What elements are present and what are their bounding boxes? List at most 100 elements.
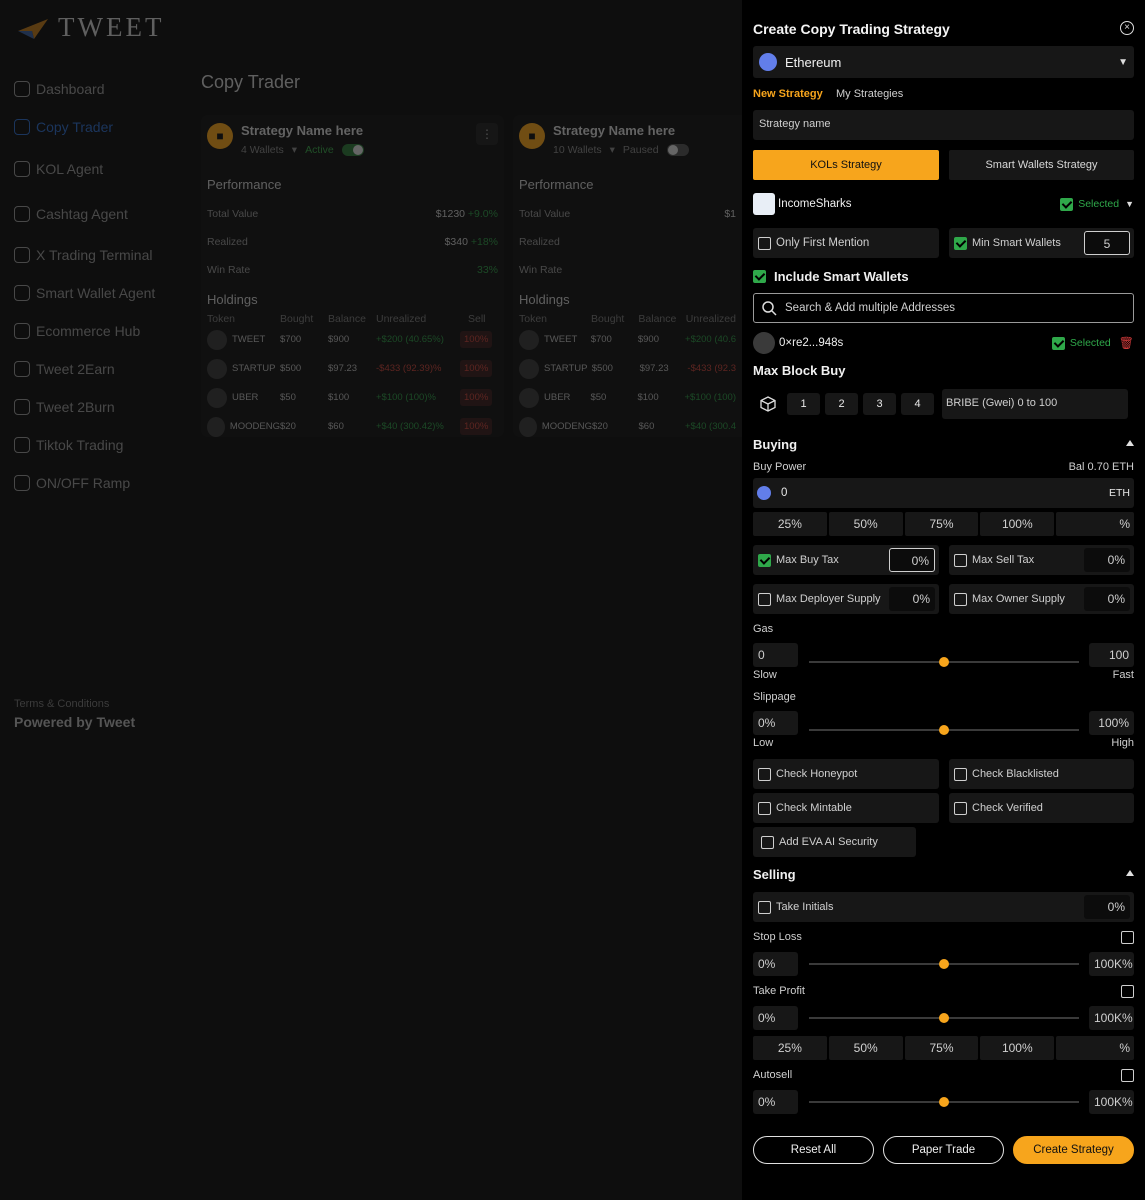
autosell-checkbox[interactable] (1121, 1069, 1134, 1082)
include-smart-wallets-checkbox[interactable] (753, 269, 766, 283)
more-menu-icon[interactable]: ⋮ (476, 123, 498, 145)
only-first-mention-checkbox[interactable] (758, 236, 771, 250)
chevron-down-icon[interactable]: ▾ (610, 144, 615, 156)
autosell-max-input[interactable]: 100K% (1089, 1090, 1134, 1114)
autosell-min-input[interactable]: 0% (753, 1090, 798, 1114)
max-buy-tax-input[interactable]: 0% (889, 548, 935, 572)
max-buy-tax-option[interactable]: Max Buy Tax 0% (753, 545, 939, 575)
sidebar-item-copy-trader[interactable]: Copy Trader (14, 108, 184, 146)
slippage-max-input[interactable]: 100% (1089, 711, 1134, 735)
include-smart-wallets-option[interactable]: Include Smart Wallets (753, 268, 1134, 284)
block-option-3[interactable]: 3 (863, 393, 896, 415)
sidebar-item-tweet-2burn[interactable]: Tweet 2Burn (14, 388, 184, 426)
tab-my-strategies[interactable]: My Strategies (836, 88, 903, 100)
sell-button[interactable]: 100% (460, 389, 493, 406)
sidebar-item-tiktok-trading[interactable]: Tiktok Trading (14, 426, 184, 464)
min-smart-wallets-input[interactable]: 5 (1084, 231, 1130, 255)
sidebar-item-ecommerce-hub[interactable]: Ecommerce Hub (14, 312, 184, 350)
sidebar-item-dashboard[interactable]: Dashboard (14, 70, 184, 108)
max-deployer-supply-checkbox[interactable] (758, 592, 771, 606)
reset-all-button[interactable]: Reset All (753, 1136, 874, 1164)
percent-50-button[interactable]: 50% (828, 1036, 903, 1060)
percent-25-button[interactable]: 25% (753, 1036, 827, 1060)
check-mintable-option[interactable]: Check Mintable (753, 793, 939, 823)
take-profit-slider-thumb[interactable] (939, 1013, 949, 1023)
chain-select[interactable]: Ethereum ▼ (753, 46, 1134, 78)
sidebar-item-x-trading-terminal[interactable]: X Trading Terminal (14, 236, 184, 274)
stop-loss-slider-thumb[interactable] (939, 959, 949, 969)
sell-button[interactable]: 100% (460, 418, 493, 435)
take-initials-option[interactable]: Take Initials 0% (753, 892, 1134, 922)
kol-selected-checkbox[interactable] (1060, 197, 1074, 211)
wallet-selected-checkbox[interactable] (1051, 336, 1065, 350)
percent-custom-input[interactable]: % (1056, 512, 1134, 536)
check-honeypot-option[interactable]: Check Honeypot (753, 759, 939, 789)
min-smart-wallets-checkbox[interactable] (954, 236, 967, 250)
close-icon[interactable]: × (1120, 21, 1134, 35)
sell-button[interactable]: 100% (460, 331, 493, 348)
max-owner-supply-checkbox[interactable] (954, 592, 967, 606)
sell-button[interactable]: 100% (460, 360, 493, 377)
min-smart-wallets-option[interactable]: Min Smart Wallets 5 (949, 228, 1134, 258)
percent-75-button[interactable]: 75% (904, 1036, 979, 1060)
bribe-input[interactable]: BRIBE (Gwei) 0 to 100 (942, 389, 1128, 419)
check-verified-checkbox[interactable] (954, 801, 967, 815)
collapse-icon[interactable] (1126, 870, 1134, 876)
sidebar-item-on-off-ramp[interactable]: ON/OFF Ramp (14, 464, 184, 502)
smart-wallets-strategy-button[interactable]: Smart Wallets Strategy (949, 150, 1134, 180)
max-owner-supply-option[interactable]: Max Owner Supply 0% (949, 584, 1134, 614)
kols-strategy-button[interactable]: KOLs Strategy (753, 150, 939, 180)
max-deployer-supply-option[interactable]: Max Deployer Supply 0% (753, 584, 939, 614)
percent-75-button[interactable]: 75% (904, 512, 979, 536)
sidebar-item-kol-agent[interactable]: KOL Agent (14, 150, 184, 188)
gas-slider-thumb[interactable] (939, 657, 949, 667)
check-verified-option[interactable]: Check Verified (949, 793, 1134, 823)
check-mintable-checkbox[interactable] (758, 801, 771, 815)
wallet-count[interactable]: 10 Wallets (553, 144, 602, 156)
sidebar-item-cashtag-agent[interactable]: Cashtag Agent (14, 195, 184, 233)
chevron-down-icon[interactable]: ▾ (292, 144, 297, 156)
take-profit-min-input[interactable]: 0% (753, 1006, 798, 1030)
percent-25-button[interactable]: 25% (753, 512, 827, 536)
terms-link[interactable]: Terms & Conditions (14, 698, 109, 710)
collapse-icon[interactable] (1126, 440, 1134, 446)
check-blacklisted-option[interactable]: Check Blacklisted (949, 759, 1134, 789)
max-sell-tax-option[interactable]: Max Sell Tax 0% (949, 545, 1134, 575)
buy-amount-input[interactable]: 0 ETH (753, 478, 1134, 508)
brand-logo[interactable]: TWEET (18, 12, 164, 43)
sidebar-item-tweet-2earn[interactable]: Tweet 2Earn (14, 350, 184, 388)
take-profit-max-input[interactable]: 100K% (1089, 1006, 1134, 1030)
strategy-name-input[interactable]: Strategy name (753, 110, 1134, 140)
take-profit-checkbox[interactable] (1121, 985, 1134, 998)
max-sell-tax-checkbox[interactable] (954, 553, 967, 567)
block-option-2[interactable]: 2 (825, 393, 858, 415)
percent-custom-input[interactable]: % (1056, 1036, 1134, 1060)
slippage-min-input[interactable]: 0% (753, 711, 798, 735)
check-honeypot-checkbox[interactable] (758, 767, 771, 781)
add-eva-checkbox[interactable] (761, 835, 774, 849)
block-option-1[interactable]: 1 (787, 393, 820, 415)
chevron-down-icon[interactable]: ▼ (1125, 199, 1134, 209)
create-strategy-button[interactable]: Create Strategy (1013, 1136, 1134, 1164)
take-initials-checkbox[interactable] (758, 900, 771, 914)
only-first-mention-option[interactable]: Only First Mention (753, 228, 939, 258)
percent-100-button[interactable]: 100% (980, 512, 1055, 536)
stop-loss-checkbox[interactable] (1121, 931, 1134, 944)
max-sell-tax-input[interactable]: 0% (1084, 548, 1130, 572)
stop-loss-max-input[interactable]: 100K% (1089, 952, 1134, 976)
wallet-count[interactable]: 4 Wallets (241, 144, 284, 156)
address-search-input[interactable]: Search & Add multiple Addresses (753, 293, 1134, 323)
check-blacklisted-checkbox[interactable] (954, 767, 967, 781)
block-option-4[interactable]: 4 (901, 393, 934, 415)
stop-loss-min-input[interactable]: 0% (753, 952, 798, 976)
status-toggle[interactable] (666, 144, 689, 156)
paper-trade-button[interactable]: Paper Trade (883, 1136, 1004, 1164)
autosell-slider-thumb[interactable] (939, 1097, 949, 1107)
max-owner-supply-input[interactable]: 0% (1084, 587, 1130, 611)
percent-50-button[interactable]: 50% (828, 512, 903, 536)
add-eva-option[interactable]: Add EVA AI Security (753, 827, 916, 857)
take-initials-input[interactable]: 0% (1084, 895, 1130, 919)
gas-max-input[interactable]: 100 (1089, 643, 1134, 667)
percent-100-button[interactable]: 100% (980, 1036, 1055, 1060)
max-deployer-supply-input[interactable]: 0% (889, 587, 935, 611)
